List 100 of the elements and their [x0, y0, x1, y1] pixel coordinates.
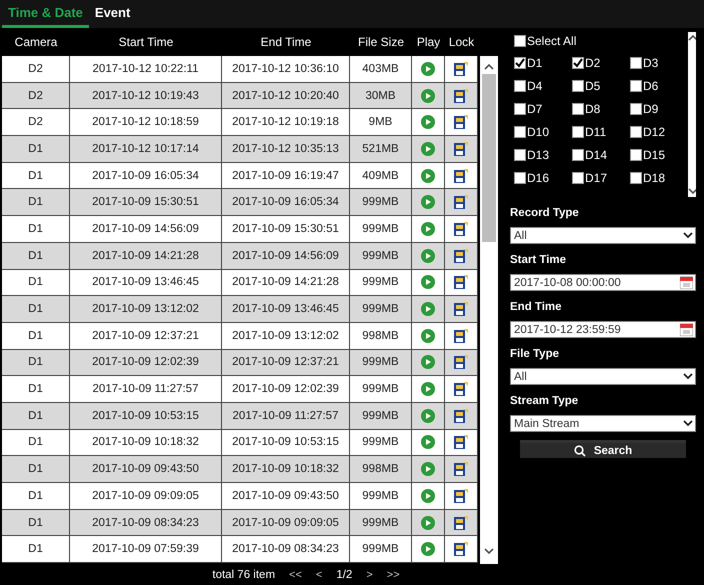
- channel-checkbox[interactable]: D17: [572, 169, 630, 187]
- save-icon[interactable]: [454, 408, 468, 423]
- chevron-icon: [683, 232, 693, 239]
- last-page-link[interactable]: >>: [386, 568, 400, 580]
- save-icon[interactable]: [454, 142, 468, 156]
- search-icon: [574, 444, 586, 456]
- save-icon[interactable]: [454, 302, 468, 316]
- scroll-up-icon[interactable]: [688, 34, 696, 41]
- scrollbar[interactable]: [688, 32, 696, 197]
- play-icon[interactable]: [421, 62, 435, 76]
- play-icon[interactable]: [421, 195, 435, 210]
- dropdown[interactable]: Main Stream: [510, 415, 696, 432]
- channel-checkbox[interactable]: D7: [514, 100, 572, 118]
- channel-checkbox[interactable]: D3: [630, 54, 688, 72]
- play-icon[interactable]: [421, 328, 435, 343]
- scroll-down-icon[interactable]: [688, 188, 696, 195]
- total-count: total 76 item: [212, 568, 276, 580]
- table-cell: 2017-10-09 08:34:23: [222, 536, 350, 564]
- play-icon[interactable]: [421, 462, 435, 476]
- search-button[interactable]: Search: [520, 440, 686, 458]
- channel-checkbox[interactable]: D4: [514, 77, 572, 95]
- column-header: Camera: [14, 35, 58, 49]
- play-icon[interactable]: [421, 435, 435, 450]
- scroll-down-icon[interactable]: [484, 548, 494, 555]
- calendar-icon[interactable]: [680, 276, 693, 289]
- chevron-icon: [683, 420, 693, 427]
- save-icon[interactable]: [454, 222, 468, 236]
- play-icon[interactable]: [421, 488, 435, 503]
- channel-checkbox[interactable]: D18: [630, 169, 688, 187]
- play-icon[interactable]: [421, 355, 435, 370]
- channel-checkbox[interactable]: D9: [630, 100, 688, 118]
- page-number: 1/2: [336, 568, 352, 580]
- play-icon[interactable]: [421, 408, 435, 423]
- play-icon[interactable]: [421, 168, 435, 183]
- tab[interactable]: Time & Date: [2, 0, 89, 28]
- channel-checkbox[interactable]: D12: [630, 123, 688, 141]
- channel-checkbox[interactable]: D1: [514, 54, 572, 72]
- play-icon[interactable]: [421, 275, 435, 290]
- first-page-link[interactable]: <<: [289, 568, 302, 580]
- table-cell: 999MB: [350, 536, 412, 564]
- play-icon[interactable]: [421, 222, 435, 236]
- save-icon[interactable]: [454, 195, 468, 210]
- channel-checkbox[interactable]: D15: [630, 146, 688, 164]
- checkmark-icon: [573, 58, 583, 68]
- save-icon[interactable]: [454, 275, 468, 290]
- channel-checkbox[interactable]: D5: [572, 77, 630, 95]
- date-field[interactable]: 2017-10-12 23:59:59: [510, 321, 696, 338]
- save-icon[interactable]: [454, 435, 468, 450]
- channel-checkbox[interactable]: D11: [572, 123, 630, 141]
- save-icon[interactable]: [454, 248, 468, 263]
- channel-checkbox[interactable]: D16: [514, 169, 572, 187]
- field-label: Start Time: [510, 254, 568, 266]
- save-icon[interactable]: [454, 382, 468, 396]
- column-header: Start Time: [118, 35, 174, 49]
- play-icon[interactable]: [421, 88, 435, 103]
- play-icon[interactable]: [421, 115, 435, 130]
- play-icon[interactable]: [421, 248, 435, 263]
- table-cell: D1: [2, 536, 70, 564]
- save-icon[interactable]: [454, 115, 468, 130]
- field-label: End Time: [510, 301, 563, 313]
- column-header: Lock: [448, 35, 476, 49]
- dropdown[interactable]: All: [510, 227, 696, 244]
- play-icon[interactable]: [421, 542, 435, 556]
- next-page-link[interactable]: >: [366, 568, 373, 580]
- table-cell: 2017-10-09 07:59:39: [70, 536, 222, 564]
- save-icon[interactable]: [454, 488, 468, 503]
- save-icon[interactable]: [454, 462, 468, 476]
- channel-checkbox[interactable]: Select All: [514, 32, 688, 50]
- save-icon[interactable]: [454, 542, 468, 556]
- play-icon[interactable]: [421, 302, 435, 316]
- dropdown[interactable]: All: [510, 368, 696, 385]
- save-icon[interactable]: [454, 88, 468, 103]
- date-field[interactable]: 2017-10-08 00:00:00: [510, 274, 696, 291]
- calendar-icon[interactable]: [680, 323, 693, 336]
- channel-checkbox[interactable]: D13: [514, 146, 572, 164]
- save-icon[interactable]: [454, 328, 468, 343]
- field-label: Record Type: [510, 207, 580, 219]
- channel-checkbox[interactable]: D8: [572, 100, 630, 118]
- channel-checkbox[interactable]: D2: [572, 54, 630, 72]
- play-icon[interactable]: [421, 142, 435, 156]
- scroll-up-icon[interactable]: [484, 63, 494, 70]
- column-header: End Time: [260, 35, 312, 49]
- tab[interactable]: Event: [88, 0, 136, 28]
- field-label: Stream Type: [510, 395, 580, 407]
- channel-checkbox[interactable]: D6: [630, 77, 688, 95]
- save-icon[interactable]: [454, 355, 468, 370]
- column-header: Play: [416, 35, 442, 49]
- scrollbar[interactable]: [480, 56, 498, 564]
- channel-checkbox[interactable]: D10: [514, 123, 572, 141]
- checkmark-icon: [515, 58, 525, 68]
- save-icon[interactable]: [454, 62, 468, 76]
- save-icon[interactable]: [454, 168, 468, 183]
- chevron-icon: [683, 373, 693, 380]
- previous-page-link[interactable]: <: [316, 568, 322, 580]
- field-label: File Type: [510, 348, 560, 360]
- save-icon[interactable]: [454, 516, 468, 530]
- play-icon[interactable]: [421, 382, 435, 396]
- play-icon[interactable]: [421, 516, 435, 530]
- column-header: File Size: [356, 35, 405, 49]
- channel-checkbox[interactable]: D14: [572, 146, 630, 164]
